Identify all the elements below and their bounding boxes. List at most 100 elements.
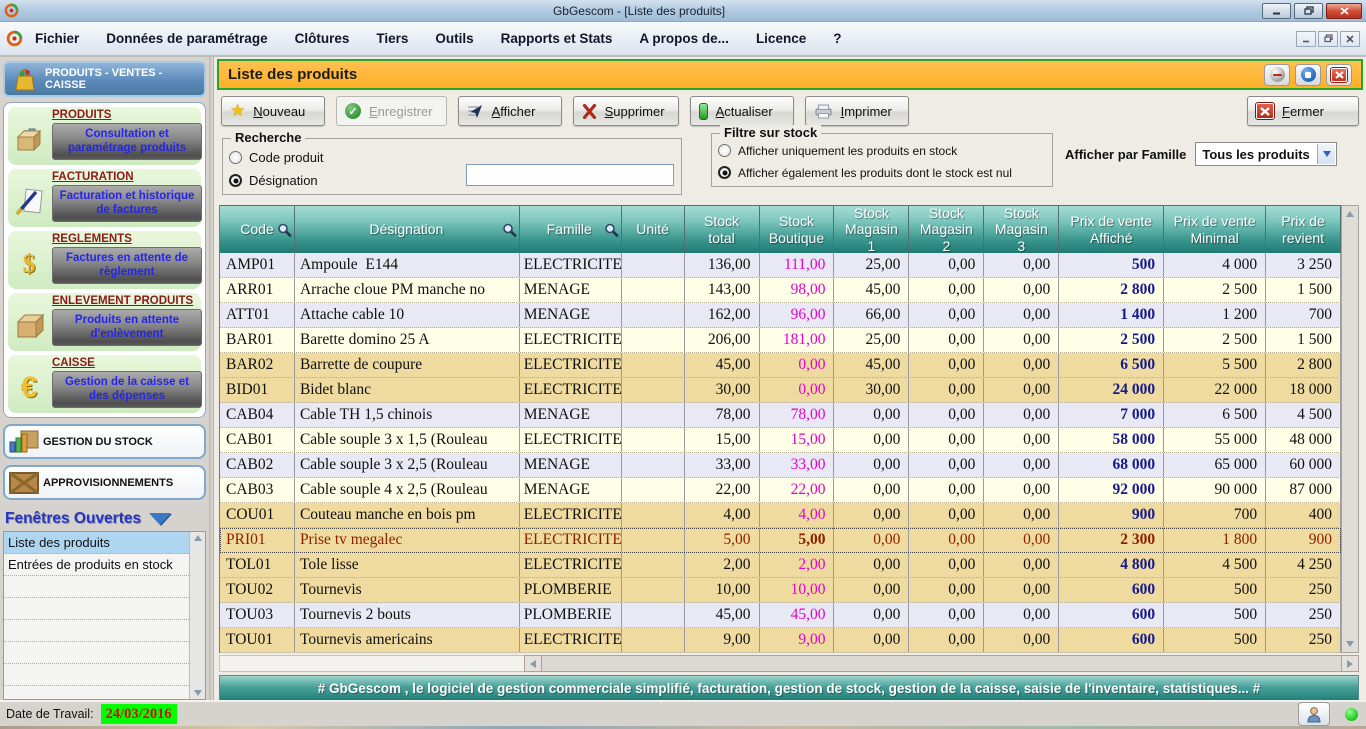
cell-prix-vente-affiche[interactable]: 4 800 — [1059, 553, 1164, 577]
cell-stock-boutique[interactable]: 15,00 — [760, 428, 835, 452]
cell-prix-revient[interactable]: 87 000 — [1266, 478, 1341, 502]
cell-code[interactable]: CAB02 — [220, 453, 295, 477]
cell-designation[interactable]: Cable souple 4 x 2,5 (Rouleau — [295, 478, 520, 502]
cell-stock-total[interactable]: 10,00 — [685, 578, 760, 602]
cell-prix-vente-affiche[interactable]: 92 000 — [1059, 478, 1164, 502]
cell-unite[interactable] — [622, 528, 685, 552]
cell-designation[interactable]: Arrache cloue PM manche no — [295, 278, 520, 302]
radio-icon[interactable] — [718, 144, 731, 157]
cell-famille[interactable]: ELECTRICITE — [520, 328, 622, 352]
cell-prix-vente-minimal[interactable]: 2 500 — [1164, 328, 1266, 352]
cell-prix-vente-affiche[interactable]: 600 — [1059, 603, 1164, 627]
cell-stock-magasin-2[interactable]: 0,00 — [909, 353, 984, 377]
cell-stock-boutique[interactable]: 0,00 — [760, 353, 835, 377]
table-row[interactable]: BAR01Barette domino 25 AELECTRICITE206,0… — [220, 328, 1341, 353]
cell-prix-vente-minimal[interactable]: 500 — [1164, 603, 1266, 627]
table-row[interactable]: ATT01Attache cable 10MENAGE162,0096,0066… — [220, 303, 1341, 328]
sidebar-item-approvisionnements[interactable]: APPROVISIONNEMENTS — [3, 465, 206, 500]
cell-famille[interactable]: ELECTRICITE — [520, 253, 622, 277]
cell-prix-vente-affiche[interactable]: 600 — [1059, 578, 1164, 602]
cell-stock-magasin-3[interactable]: 0,00 — [984, 428, 1059, 452]
cell-stock-magasin-1[interactable]: 0,00 — [834, 553, 909, 577]
menu-item-tiers[interactable]: Tiers — [376, 31, 408, 46]
cell-prix-vente-affiche[interactable]: 500 — [1059, 253, 1164, 277]
radio-icon[interactable] — [229, 174, 242, 187]
cell-stock-boutique[interactable]: 45,00 — [760, 603, 835, 627]
column-header-prix-de-revient[interactable]: Prix de revient — [1266, 206, 1341, 253]
open-window-item[interactable]: Entrées de produits en stock — [4, 554, 189, 576]
cell-designation[interactable]: Tournevis — [295, 578, 520, 602]
cell-stock-total[interactable]: 45,00 — [685, 603, 760, 627]
menu-item-fichier[interactable]: Fichier — [35, 31, 79, 46]
table-row[interactable]: TOU03Tournevis 2 boutsPLOMBERIE45,0045,0… — [220, 603, 1341, 628]
column-header-prix-de-vente-affiche[interactable]: Prix de vente Affiché — [1059, 206, 1164, 253]
cell-stock-magasin-2[interactable]: 0,00 — [909, 328, 984, 352]
cell-famille[interactable]: PLOMBERIE — [520, 578, 622, 602]
cell-unite[interactable] — [622, 478, 685, 502]
cell-stock-magasin-1[interactable]: 0,00 — [834, 578, 909, 602]
cell-stock-magasin-1[interactable]: 0,00 — [834, 628, 909, 652]
cell-stock-magasin-1[interactable]: 0,00 — [834, 428, 909, 452]
imprimer-button[interactable]: Imprimer — [805, 96, 909, 126]
cell-stock-boutique[interactable]: 0,00 — [760, 378, 835, 402]
cell-stock-magasin-3[interactable]: 0,00 — [984, 278, 1059, 302]
cell-designation[interactable]: Tournevis 2 bouts — [295, 603, 520, 627]
cell-stock-boutique[interactable]: 2,00 — [760, 553, 835, 577]
cell-stock-magasin-2[interactable]: 0,00 — [909, 453, 984, 477]
table-row[interactable]: CAB04Cable TH 1,5 chinoisMENAGE78,0078,0… — [220, 403, 1341, 428]
cell-stock-magasin-2[interactable]: 0,00 — [909, 253, 984, 277]
nouveau-button[interactable]: ★Nouveau — [221, 96, 325, 126]
cell-unite[interactable] — [622, 278, 685, 302]
cell-designation[interactable]: Tole lisse — [295, 553, 520, 577]
cell-prix-vente-minimal[interactable]: 4 500 — [1164, 553, 1266, 577]
scroll-right-button[interactable] — [1341, 655, 1359, 672]
cell-prix-vente-minimal[interactable]: 65 000 — [1164, 453, 1266, 477]
cell-stock-magasin-3[interactable]: 0,00 — [984, 253, 1059, 277]
cell-famille[interactable]: MENAGE — [520, 478, 622, 502]
cell-stock-magasin-2[interactable]: 0,00 — [909, 278, 984, 302]
cell-prix-vente-minimal[interactable]: 1 200 — [1164, 303, 1266, 327]
cell-stock-boutique[interactable]: 111,00 — [760, 253, 835, 277]
cell-prix-revient[interactable]: 900 — [1266, 528, 1341, 552]
cell-stock-boutique[interactable]: 98,00 — [760, 278, 835, 302]
cell-code[interactable]: COU01 — [220, 503, 295, 527]
cell-code[interactable]: ATT01 — [220, 303, 295, 327]
cell-stock-boutique[interactable]: 96,00 — [760, 303, 835, 327]
cell-prix-vente-minimal[interactable]: 2 500 — [1164, 278, 1266, 302]
cell-designation[interactable]: Cable souple 3 x 2,5 (Rouleau — [295, 453, 520, 477]
cell-prix-vente-minimal[interactable]: 90 000 — [1164, 478, 1266, 502]
menu-item-licence[interactable]: Licence — [756, 31, 806, 46]
cell-stock-magasin-2[interactable]: 0,00 — [909, 628, 984, 652]
user-button[interactable] — [1298, 702, 1330, 726]
cell-prix-revient[interactable]: 4 250 — [1266, 553, 1341, 577]
search-input[interactable] — [466, 164, 674, 186]
menu-item-rapports-et-stats[interactable]: Rapports et Stats — [501, 31, 613, 46]
cell-stock-magasin-2[interactable]: 0,00 — [909, 603, 984, 627]
sidebar-header[interactable]: PRODUITS - VENTES - CAISSE — [3, 61, 206, 97]
cell-code[interactable]: AMP01 — [220, 253, 295, 277]
cell-stock-magasin-3[interactable]: 0,00 — [984, 328, 1059, 352]
radio-option-afficher-egalement-les-produits-dont-le-stock-est-nul[interactable]: Afficher également les produits dont le … — [712, 162, 1052, 183]
cell-code[interactable]: CAB03 — [220, 478, 295, 502]
cell-prix-revient[interactable]: 250 — [1266, 578, 1341, 602]
cell-code[interactable]: CAB04 — [220, 403, 295, 427]
afficher-button[interactable]: Afficher — [458, 96, 562, 126]
cell-stock-magasin-3[interactable]: 0,00 — [984, 528, 1059, 552]
cell-unite[interactable] — [622, 553, 685, 577]
table-row[interactable]: BAR02Barrette de coupureELECTRICITE45,00… — [220, 353, 1341, 378]
cell-prix-vente-minimal[interactable]: 500 — [1164, 578, 1266, 602]
table-row[interactable]: CAB01Cable souple 3 x 1,5 (RouleauELECTR… — [220, 428, 1341, 453]
cell-unite[interactable] — [622, 453, 685, 477]
cell-stock-boutique[interactable]: 78,00 — [760, 403, 835, 427]
cell-code[interactable]: ARR01 — [220, 278, 295, 302]
cell-prix-revient[interactable]: 18 000 — [1266, 378, 1341, 402]
cell-designation[interactable]: Bidet blanc — [295, 378, 520, 402]
cell-designation[interactable]: Attache cable 10 — [295, 303, 520, 327]
cell-prix-revient[interactable]: 250 — [1266, 603, 1341, 627]
page-close-button[interactable] — [1326, 64, 1352, 86]
menu-item-a-propos-de[interactable]: A propos de... — [639, 31, 729, 46]
cell-stock-magasin-3[interactable]: 0,00 — [984, 503, 1059, 527]
cell-unite[interactable] — [622, 328, 685, 352]
cell-prix-vente-affiche[interactable]: 7 000 — [1059, 403, 1164, 427]
cell-famille[interactable]: ELECTRICITE — [520, 353, 622, 377]
